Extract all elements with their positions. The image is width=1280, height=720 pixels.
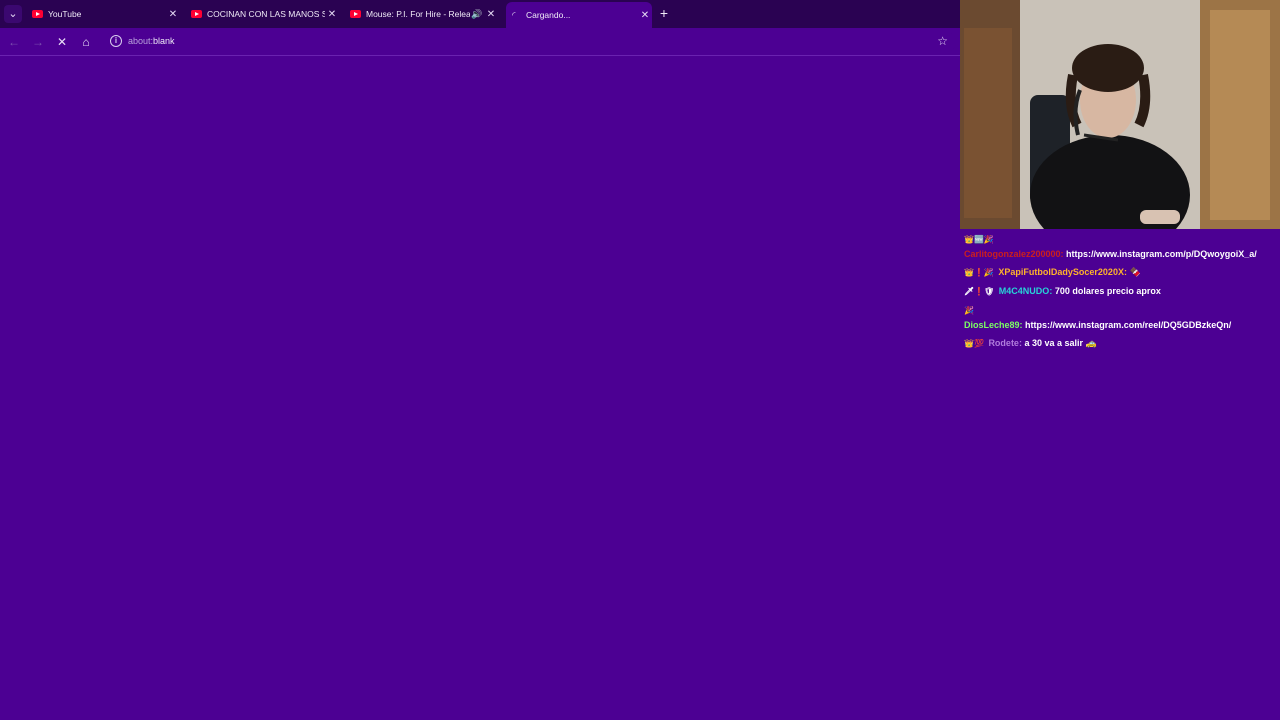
home-icon[interactable]: ⌂ bbox=[78, 34, 94, 50]
tab-title: Cargando... bbox=[526, 10, 571, 20]
tab-search-icon[interactable]: ⌄ bbox=[4, 5, 22, 23]
chat-username[interactable]: DiosLeche89 bbox=[964, 320, 1020, 330]
chat-panel: 👑🆕🎉 Carlitogonzalez200000: https://www.i… bbox=[964, 232, 1276, 355]
address-scheme: about: bbox=[128, 36, 154, 46]
address-path: blank bbox=[153, 36, 175, 46]
chat-username[interactable]: XPapiFutbolDadySocer2020X bbox=[998, 267, 1124, 277]
loading-spinner-icon: ◜ bbox=[512, 9, 516, 20]
tab-title: YouTube bbox=[48, 9, 82, 19]
info-icon[interactable]: i bbox=[110, 35, 122, 47]
youtube-icon bbox=[191, 10, 202, 18]
tab-cocinan[interactable]: COCINAN CON LAS MANOS SU ✕ bbox=[187, 2, 339, 26]
stream-overlay: 👑🆕🎉 Carlitogonzalez200000: https://www.i… bbox=[960, 0, 1280, 720]
chat-text: 🍫 bbox=[1129, 267, 1141, 277]
close-icon[interactable]: ✕ bbox=[166, 9, 180, 20]
user-badges: 🎉 bbox=[964, 306, 974, 315]
youtube-icon bbox=[32, 10, 43, 18]
stop-loading-icon[interactable]: ✕ bbox=[54, 34, 70, 50]
chat-message: 👑❗🎉 XPapiFutbolDadySocer2020X: 🍫 bbox=[964, 267, 1141, 277]
chat-message: 🎉 DiosLeche89: https://www.instagram.com… bbox=[964, 306, 1232, 330]
close-icon[interactable]: ✕ bbox=[484, 9, 498, 20]
user-badges: 👑❗🎉 bbox=[964, 268, 994, 277]
chat-message: 👑🆕🎉 Carlitogonzalez200000: https://www.i… bbox=[964, 235, 1257, 259]
close-icon[interactable]: ✕ bbox=[325, 9, 339, 20]
user-badges: 👑💯 bbox=[964, 339, 984, 348]
webcam-image bbox=[960, 0, 1280, 229]
webcam-feed bbox=[960, 0, 1280, 229]
tab-youtube[interactable]: YouTube ✕ bbox=[28, 2, 180, 26]
new-tab-icon[interactable]: + bbox=[656, 5, 672, 21]
address-bar[interactable]: i about:blank ☆ bbox=[104, 32, 956, 52]
tab-strip: ⌄ YouTube ✕ COCINAN CON LAS MANOS SU ✕ M… bbox=[0, 0, 960, 28]
close-icon[interactable]: ✕ bbox=[638, 10, 652, 21]
speaker-icon[interactable]: 🔊 bbox=[470, 9, 484, 20]
tab-title: Mouse: P.I. For Hire - Relea bbox=[366, 9, 470, 19]
tab-loading[interactable]: ◜ Cargando... ✕ bbox=[506, 2, 652, 28]
chat-message: 🗡❗🛡 M4C4NUDO: 700 dolares precio aprox bbox=[964, 286, 1161, 296]
browser-window: ⌄ YouTube ✕ COCINAN CON LAS MANOS SU ✕ M… bbox=[0, 0, 960, 720]
forward-arrow-icon[interactable]: → bbox=[30, 34, 46, 50]
chat-text: https://www.instagram.com/reel/DQ5GDBzke… bbox=[1025, 320, 1232, 330]
chat-text: https://www.instagram.com/p/DQwoygoiX_a/ bbox=[1066, 249, 1257, 259]
chat-username[interactable]: Carlitogonzalez200000 bbox=[964, 249, 1061, 259]
chat-username[interactable]: M4C4NUDO bbox=[999, 286, 1050, 296]
user-badges: 🗡❗🛡 bbox=[964, 287, 995, 296]
address-url: about:blank bbox=[128, 36, 175, 46]
bookmark-star-icon[interactable]: ☆ bbox=[937, 34, 948, 48]
user-badges: 👑🆕🎉 bbox=[964, 235, 994, 244]
tab-mouse-pi[interactable]: Mouse: P.I. For Hire - Relea 🔊 ✕ bbox=[346, 2, 498, 26]
back-arrow-icon[interactable]: ← bbox=[6, 34, 22, 50]
chat-text: a 30 va a salir 🚕 bbox=[1024, 338, 1097, 348]
toolbar: ← → ✕ ⌂ i about:blank ☆ bbox=[0, 28, 960, 56]
chat-username[interactable]: Rodete bbox=[988, 338, 1019, 348]
chat-message: 👑💯 Rodete: a 30 va a salir 🚕 bbox=[964, 338, 1097, 348]
chat-text: 700 dolares precio aprox bbox=[1054, 286, 1161, 296]
tab-title: COCINAN CON LAS MANOS SU bbox=[207, 9, 325, 19]
youtube-icon bbox=[350, 10, 361, 18]
